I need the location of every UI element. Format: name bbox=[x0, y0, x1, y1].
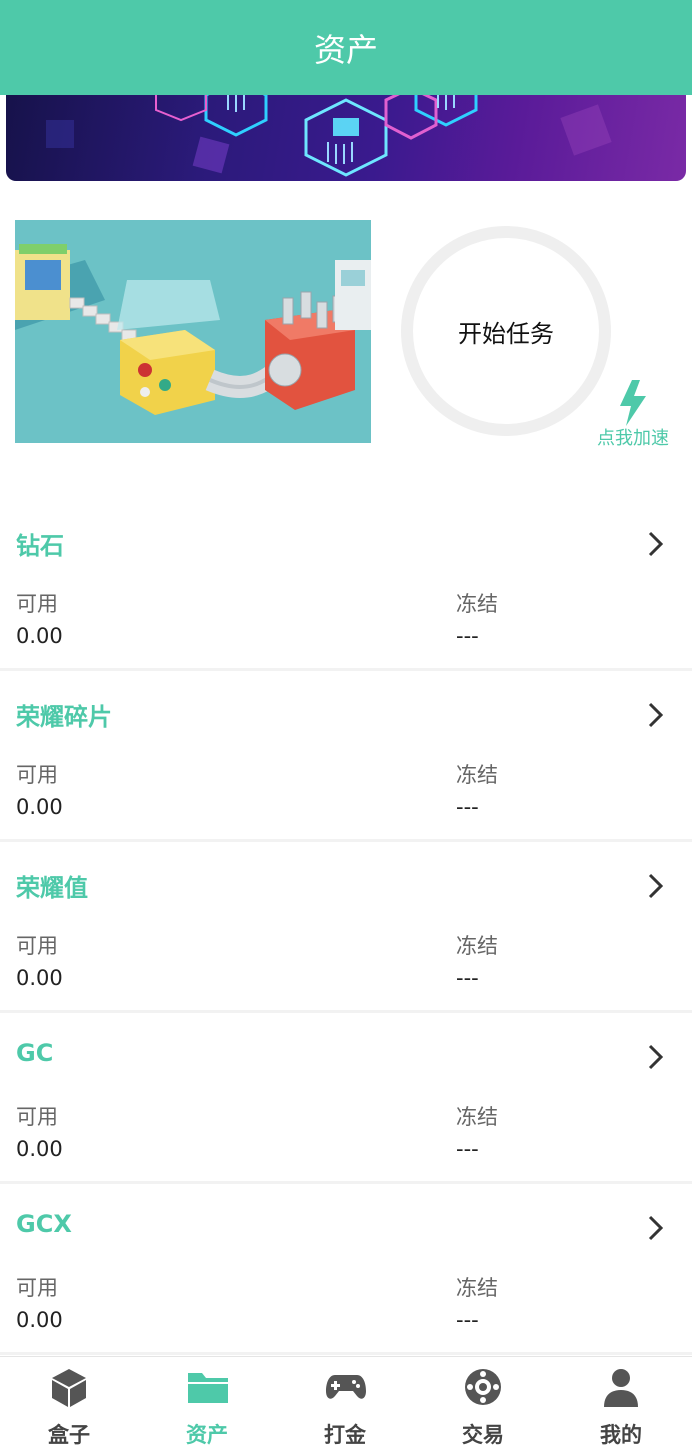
bottom-tab-bar: 盒子 资产 打金 交易 我的 bbox=[0, 1356, 692, 1452]
frozen-value: --- bbox=[456, 1137, 479, 1161]
factory-illustration bbox=[15, 220, 371, 443]
asset-card-gc[interactable]: GC 可用 0.00 冻结 --- bbox=[0, 1013, 692, 1184]
box-icon bbox=[52, 1369, 86, 1407]
available-label: 可用 bbox=[16, 592, 58, 616]
tab-label: 打金 bbox=[324, 1423, 366, 1447]
chevron-right-icon[interactable] bbox=[646, 530, 666, 558]
frozen-label: 冻结 bbox=[456, 763, 498, 787]
user-icon bbox=[604, 1369, 638, 1407]
asset-name: 荣耀碎片 bbox=[16, 703, 112, 731]
asset-name: GCX bbox=[16, 1210, 72, 1238]
start-task-button[interactable]: 开始任务 bbox=[401, 226, 611, 436]
available-value: 0.00 bbox=[16, 795, 63, 819]
frozen-label: 冻结 bbox=[456, 1276, 498, 1300]
tab-label: 盒子 bbox=[48, 1423, 90, 1447]
available-value: 0.00 bbox=[16, 624, 63, 648]
available-label: 可用 bbox=[16, 763, 58, 787]
frozen-label: 冻结 bbox=[456, 1105, 498, 1129]
frozen-value: --- bbox=[456, 966, 479, 990]
tab-label: 资产 bbox=[186, 1423, 228, 1447]
asset-name: GC bbox=[16, 1039, 54, 1067]
chevron-right-icon[interactable] bbox=[646, 872, 666, 900]
tab-label: 交易 bbox=[462, 1423, 504, 1447]
asset-name: 钻石 bbox=[16, 532, 64, 560]
tab-label: 我的 bbox=[600, 1423, 642, 1447]
asset-card-diamond[interactable]: 钻石 可用 0.00 冻结 --- bbox=[0, 500, 692, 671]
exchange-icon bbox=[465, 1369, 501, 1405]
frozen-value: --- bbox=[456, 795, 479, 819]
gamepad-icon bbox=[326, 1375, 366, 1399]
tab-assets[interactable]: 资产 bbox=[138, 1357, 276, 1452]
available-label: 可用 bbox=[16, 1276, 58, 1300]
lightning-icon bbox=[620, 380, 646, 426]
asset-card-honor-value[interactable]: 荣耀值 可用 0.00 冻结 --- bbox=[0, 842, 692, 1013]
frozen-label: 冻结 bbox=[456, 592, 498, 616]
page-title: 资产 bbox=[313, 31, 378, 69]
folder-icon bbox=[188, 1373, 228, 1403]
available-label: 可用 bbox=[16, 934, 58, 958]
tab-gold-farming[interactable]: 打金 bbox=[276, 1357, 414, 1452]
chevron-right-icon[interactable] bbox=[646, 1214, 666, 1242]
tab-trade[interactable]: 交易 bbox=[414, 1357, 552, 1452]
available-value: 0.00 bbox=[16, 966, 63, 990]
frozen-value: --- bbox=[456, 1308, 479, 1332]
asset-name: 荣耀值 bbox=[16, 874, 88, 902]
frozen-value: --- bbox=[456, 624, 479, 648]
chevron-right-icon[interactable] bbox=[646, 1043, 666, 1071]
available-value: 0.00 bbox=[16, 1137, 63, 1161]
asset-card-gcx[interactable]: GCX 可用 0.00 冻结 --- bbox=[0, 1184, 692, 1355]
chevron-right-icon[interactable] bbox=[646, 701, 666, 729]
banner-image[interactable] bbox=[6, 80, 686, 181]
available-label: 可用 bbox=[16, 1105, 58, 1129]
tab-mine[interactable]: 我的 bbox=[552, 1357, 690, 1452]
boost-button[interactable]: 点我加速 bbox=[588, 380, 678, 450]
tab-box[interactable]: 盒子 bbox=[0, 1357, 138, 1452]
page-header: 资产 bbox=[0, 0, 692, 95]
frozen-label: 冻结 bbox=[456, 934, 498, 958]
asset-card-honor-fragment[interactable]: 荣耀碎片 可用 0.00 冻结 --- bbox=[0, 671, 692, 842]
available-value: 0.00 bbox=[16, 1308, 63, 1332]
banner-graphic bbox=[46, 80, 612, 177]
start-task-label: 开始任务 bbox=[458, 319, 554, 348]
boost-label: 点我加速 bbox=[597, 428, 669, 449]
asset-list: 钻石 可用 0.00 冻结 --- 荣耀碎片 可用 0.00 冻结 --- 荣耀… bbox=[0, 500, 692, 1355]
